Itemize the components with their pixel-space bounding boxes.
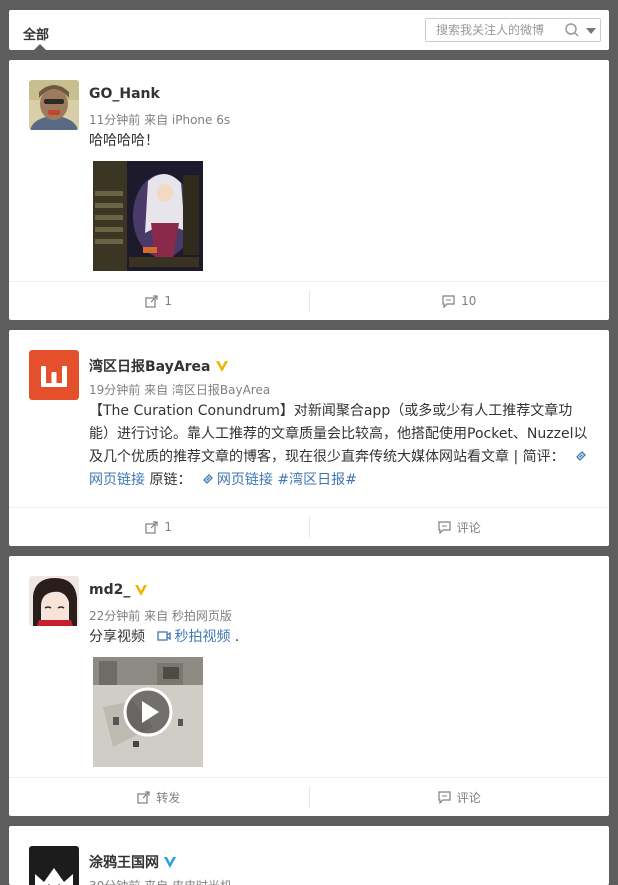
repost-icon (145, 520, 159, 534)
comment-label: 评论 (456, 520, 481, 535)
original-link-label: 网页链接 (216, 472, 273, 488)
comment-icon (442, 294, 455, 308)
post-meta: 11分钟前 来自 iPhone 6s (89, 113, 231, 127)
repost-icon (137, 790, 150, 804)
avatar-anime (29, 576, 79, 626)
video-thumbnail[interactable] (93, 657, 203, 767)
post-author-name[interactable]: 涂鸦王国网 (89, 852, 159, 872)
post-meta: 22分钟前 来自 秒拍网页版 (89, 609, 232, 623)
feed-post: 涂鸦王国网 30分钟前 来自 皮皮时光机 (9, 826, 609, 885)
post-text-original-label: 原链： (145, 472, 192, 488)
repost-count: 1 (164, 294, 173, 308)
post-text-body: 分享视频 (89, 629, 145, 645)
comment-icon (438, 790, 451, 804)
hashtag-link[interactable]: #湾区日报# (277, 472, 356, 488)
post-author-name[interactable]: md2_ (89, 582, 130, 598)
search-input[interactable] (426, 19, 566, 41)
bayarea-logo (29, 350, 79, 400)
post-image-game-screenshot (93, 161, 203, 271)
avatar[interactable] (29, 80, 79, 130)
search-box (425, 18, 601, 42)
repost-icon (145, 294, 159, 308)
link-icon (576, 451, 586, 461)
avatar-photo (29, 80, 79, 130)
video-icon (157, 631, 172, 641)
feed-filter-bar: 全部 (9, 10, 609, 50)
web-link-label: 网页链接 (89, 472, 145, 488)
feed-post: md2_ 22分钟前 来自 秒拍网页版 分享视频 秒拍视频 . 转发 评论 (9, 556, 609, 816)
search-icon[interactable] (564, 22, 580, 38)
post-author: 涂鸦王国网 (89, 852, 177, 872)
active-tab-indicator (34, 44, 46, 50)
play-icon[interactable] (123, 687, 173, 737)
post-actions: 转发 评论 (9, 777, 609, 816)
video-link[interactable]: 秒拍视频 (149, 629, 230, 645)
repost-button[interactable]: 1 (9, 516, 309, 538)
post-text-trailing: . (234, 629, 240, 645)
link-icon (202, 474, 213, 484)
comment-count: 10 (461, 294, 477, 308)
post-author[interactable]: GO_Hank (89, 86, 160, 102)
feed-post: GO_Hank 11分钟前 来自 iPhone 6s 哈哈哈哈！ 1 10 (9, 60, 609, 320)
verified-badge-icon[interactable] (215, 359, 229, 373)
comment-button[interactable]: 评论 (310, 516, 610, 538)
search-dropdown-icon[interactable] (586, 28, 596, 34)
crown-logo (29, 846, 79, 885)
repost-button[interactable]: 1 (9, 290, 309, 312)
post-actions: 1 10 (9, 281, 609, 320)
post-text: 分享视频 秒拍视频 . (89, 626, 593, 649)
comment-button[interactable]: 评论 (310, 786, 610, 808)
post-actions: 1 评论 (9, 507, 609, 546)
post-meta: 30分钟前 来自 皮皮时光机 (89, 877, 232, 885)
comment-icon (438, 520, 451, 534)
post-author: 湾区日报BayArea (89, 356, 229, 376)
repost-label: 转发 (156, 790, 181, 805)
feed-post: 湾区日报BayArea 19分钟前 来自 湾区日报BayArea 【The Cu… (9, 330, 609, 546)
post-text: 哈哈哈哈！ (89, 133, 159, 149)
post-author-name[interactable]: 湾区日报BayArea (89, 356, 211, 376)
avatar[interactable] (29, 846, 79, 885)
post-image[interactable] (93, 161, 203, 271)
comment-label: 评论 (456, 790, 481, 805)
avatar[interactable] (29, 576, 79, 626)
repost-count: 1 (164, 520, 173, 534)
comment-button[interactable]: 10 (310, 290, 610, 312)
post-meta: 19分钟前 来自 湾区日报BayArea (89, 383, 271, 397)
repost-button[interactable]: 转发 (9, 786, 309, 808)
avatar[interactable] (29, 350, 79, 400)
post-text-body: 【The Curation Conundrum】对新闻聚合app（或多或少有人工… (89, 403, 588, 465)
tab-all[interactable]: 全部 (23, 24, 49, 43)
post-text: 【The Curation Conundrum】对新闻聚合app（或多或少有人工… (89, 400, 593, 492)
video-link-label: 秒拍视频 (174, 629, 231, 645)
verified-badge-icon[interactable] (163, 855, 177, 869)
original-link[interactable]: 网页链接 (196, 472, 273, 488)
post-author: md2_ (89, 582, 148, 598)
verified-badge-icon[interactable] (134, 583, 148, 597)
